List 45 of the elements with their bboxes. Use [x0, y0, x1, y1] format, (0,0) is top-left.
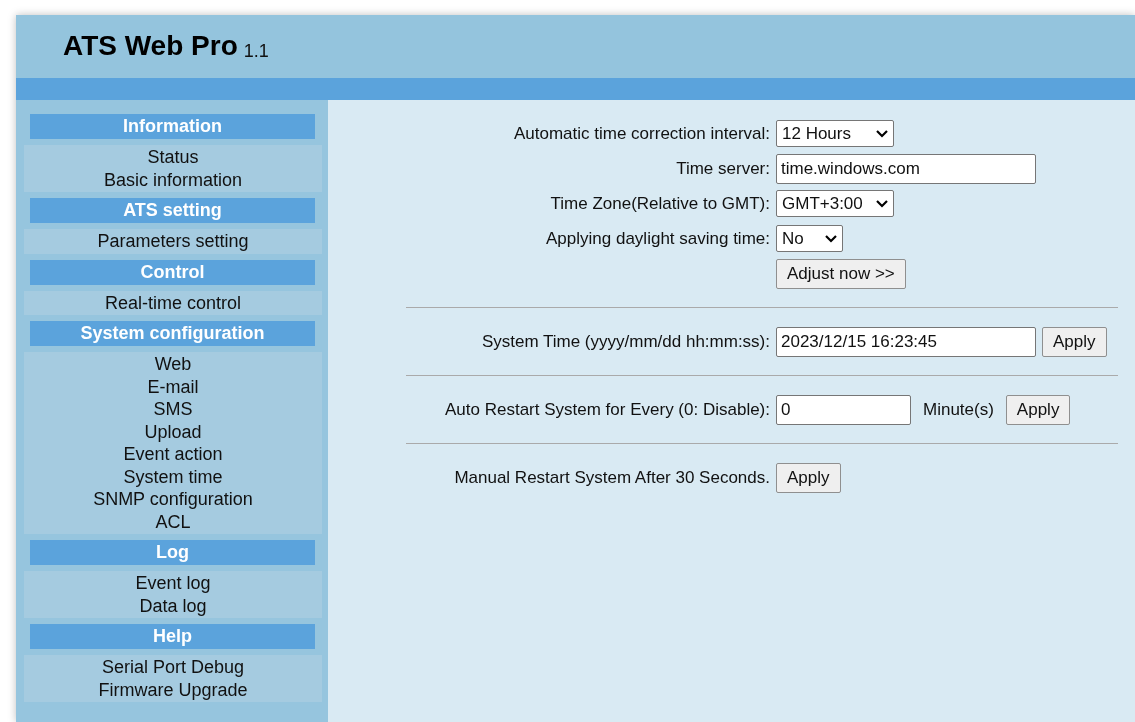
section-heading: System configuration: [30, 321, 315, 346]
app-title: ATS Web Pro: [63, 30, 238, 62]
field-label: Manual Restart System After 30 Seconds.: [453, 467, 771, 488]
dropdown[interactable]: GMT+3:00: [776, 190, 894, 217]
section-heading: Log: [30, 540, 315, 565]
chevron-down-icon: [876, 129, 888, 138]
chevron-down-icon: [825, 234, 837, 243]
nav-link[interactable]: E-mail: [147, 375, 199, 398]
field-label: Time Zone(Relative to GMT):: [549, 193, 771, 214]
text-field[interactable]: 0: [776, 394, 911, 425]
version-label: 1.1: [243, 41, 269, 62]
field-label: Auto Restart System for Every (0: Disable):: [444, 399, 771, 420]
apply-button[interactable]: Apply: [1042, 326, 1107, 357]
section-heading: Control: [30, 259, 315, 285]
dropdown[interactable]: No: [776, 225, 843, 252]
field-label: Applying daylight saving time:: [545, 228, 771, 249]
nav-link[interactable]: System time: [123, 465, 223, 488]
dropdown[interactable]: 12 Hours: [776, 120, 894, 147]
nav-link[interactable]: Event action: [123, 443, 223, 466]
field-label: Time server:: [675, 158, 771, 179]
nav-link[interactable]: Event log: [135, 572, 211, 595]
section-heading: Help: [30, 624, 315, 649]
nav-link[interactable]: SNMP configuration: [93, 488, 253, 511]
nav-link[interactable]: Data log: [139, 594, 207, 617]
nav-link[interactable]: ACL: [155, 510, 191, 533]
apply-button[interactable]: Apply: [776, 462, 841, 493]
section-heading: Information: [30, 114, 315, 139]
nav-link[interactable]: Firmware Upgrade: [98, 678, 248, 701]
unit-label: Minute(s): [923, 399, 994, 420]
chevron-down-icon: [876, 199, 888, 208]
text-field[interactable]: time.windows.com: [776, 153, 1036, 184]
adjust-button[interactable]: Adjust now >>: [776, 258, 906, 289]
text-field[interactable]: 2023/12/15 16:23:45: [776, 326, 1036, 357]
nav-link[interactable]: Upload: [144, 420, 202, 443]
nav-link[interactable]: Parameters setting: [97, 230, 249, 253]
nav-link[interactable]: Web: [154, 353, 192, 376]
nav-link[interactable]: Status: [147, 146, 199, 169]
apply-button[interactable]: Apply: [1005, 394, 1071, 425]
field-label: System Time (yyyy/mm/dd hh:mm:ss):: [480, 331, 771, 352]
section-heading: ATS setting: [30, 198, 315, 223]
nav-link[interactable]: Real-time control: [104, 291, 241, 314]
nav-link[interactable]: SMS: [153, 398, 193, 421]
nav-link[interactable]: Basic information: [103, 168, 243, 191]
field-label: Automatic time correction interval:: [512, 123, 771, 144]
nav-link[interactable]: Serial Port Debug: [101, 656, 245, 679]
